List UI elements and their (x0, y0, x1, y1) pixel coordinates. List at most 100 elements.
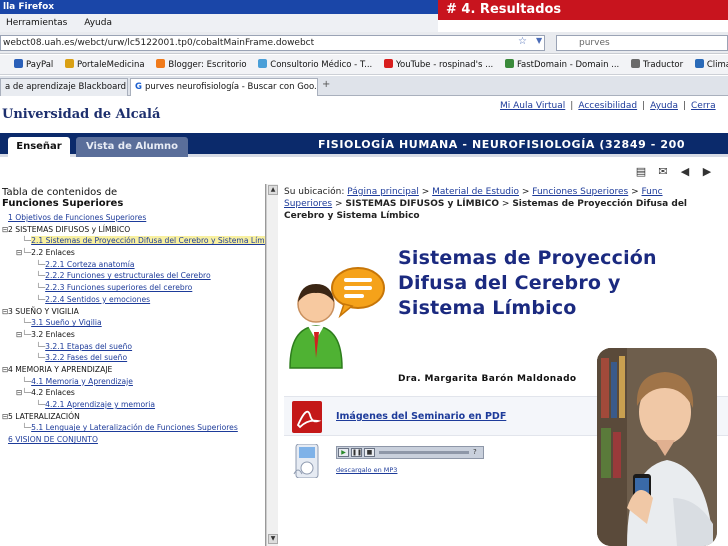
link-cerrar[interactable]: Cerra (691, 101, 716, 111)
toc-item[interactable]: └─2.2.1 Corteza anatomía (0, 259, 265, 271)
bookmark-traductor[interactable]: Traductor (630, 55, 683, 74)
toc-item[interactable]: └─3.2.1 Etapas del sueño (0, 341, 265, 353)
tab-blackboard[interactable]: a de aprendizaje Blackboard (0, 78, 128, 96)
tree-line: └─ (36, 341, 46, 351)
toc-item-label[interactable]: 6 VISION DE CONJUNTO (8, 435, 98, 444)
pdf-link[interactable]: Imágenes del Seminario en PDF (336, 411, 506, 422)
bookmark-youtube[interactable]: YouTube - rospinad's ... (383, 55, 493, 74)
pdf-icon[interactable] (292, 401, 322, 433)
tab-vista-alumno[interactable]: Vista de Alumno (76, 137, 188, 157)
toc-item-label[interactable]: 3.2.1 Etapas del sueño (45, 342, 132, 351)
tree-line: └─ (22, 329, 32, 339)
menu-ayuda[interactable]: Ayuda (84, 18, 112, 28)
toc-item-label: 2 SISTEMAS DIFUSOS y LÍMBICO (8, 224, 131, 234)
toc-item: ⊟2 SISTEMAS DIFUSOS y LÍMBICO (0, 224, 265, 236)
toc-item-label[interactable]: 3.1 Sueño y Vigilia (31, 318, 102, 327)
course-navbar: Enseñar Vista de Alumno FISIOLOGÍA HUMAN… (0, 133, 728, 157)
globe-icon (258, 59, 268, 68)
dropdown-arrow-icon[interactable]: ▼ (536, 36, 542, 45)
toc-scrollbar[interactable]: ▲ ▼ (266, 184, 278, 546)
audio-player: ▶ ❚❚ ■ ? (336, 446, 484, 459)
toc-item-label[interactable]: 4.2.1 Aprendizaje y memoria (45, 400, 155, 409)
bookmark-clima[interactable]: Clima (694, 55, 728, 74)
url-input[interactable]: webct08.uah.es/webct/urw/lc5122001.tp0/c… (0, 35, 545, 51)
breadcrumb-funciones-superiores[interactable]: Funciones Superiores (532, 187, 628, 197)
bookmark-portalemedicina[interactable]: PortaleMedicina (65, 55, 145, 74)
toc-item: ⊟└─3.2 Enlaces (0, 329, 265, 341)
breadcrumb-current-page: Sistemas de Proyección Difusa del (512, 199, 688, 209)
toc-item-label[interactable]: 2.1 Sistemas de Proyección Difusa del Ce… (31, 236, 265, 246)
stop-icon[interactable]: ■ (364, 448, 375, 457)
toc-item[interactable]: 6 VISION DE CONJUNTO (0, 434, 265, 446)
toc-item: ⊟5 LATERALIZACIÓN (0, 411, 265, 423)
toc-item-label[interactable]: 5.1 Lenguaje y Lateralización de Funcion… (31, 423, 238, 432)
tool-row: ▤ ✉ ◀ ▶ (0, 160, 728, 182)
toc-header: Tabla de contenidos de Funciones Superio… (2, 187, 124, 209)
ipod-icon (293, 444, 319, 478)
bookmarks-bar: PayPal PortaleMedicina Blogger: Escritor… (0, 55, 728, 75)
bookmark-fastdomain[interactable]: FastDomain - Domain ... (504, 55, 619, 74)
pause-icon[interactable]: ❚❚ (351, 448, 362, 457)
toc-item[interactable]: └─4.2.1 Aprendizaje y memoria (0, 399, 265, 411)
breadcrumb-material-estudio[interactable]: Material de Estudio (432, 187, 519, 197)
toc-item[interactable]: └─2.2.4 Sentidos y emociones (0, 294, 265, 306)
toc-list: 1 Objetivos de Funciones Superiores ⊟2 SI… (0, 212, 265, 446)
previous-page-icon[interactable]: ◀ (678, 165, 692, 179)
toc-item-label: 3.2 Enlaces (31, 329, 75, 339)
table-of-contents: Tabla de contenidos de Funciones Superio… (0, 184, 266, 546)
scroll-up-icon[interactable]: ▲ (268, 185, 278, 195)
play-icon[interactable]: ▶ (338, 448, 349, 457)
student-photo (597, 348, 717, 546)
toc-item-label[interactable]: 1 Objetivos de Funciones Superiores (8, 213, 146, 222)
bookmark-consultorio[interactable]: Consultorio Médico - T... (258, 55, 372, 74)
toc-item: ⊟4 MEMORIA Y APRENDIZAJE (0, 364, 265, 376)
bookmark-paypal[interactable]: PayPal (14, 55, 53, 74)
toc-item[interactable]: └─2.1 Sistemas de Proyección Difusa del … (0, 235, 265, 247)
tab-google-search[interactable]: Gpurves neurofisiología - Buscar con Goo… (130, 78, 318, 96)
toc-item[interactable]: 1 Objetivos de Funciones Superiores (0, 212, 265, 224)
toc-item[interactable]: └─5.1 Lenguaje y Lateralización de Funci… (0, 422, 265, 434)
folder-icon (65, 59, 75, 68)
menu-bar: Herramientas Ayuda (0, 14, 438, 32)
tree-line: └─ (36, 400, 46, 409)
link-mi-aula-virtual[interactable]: Mi Aula Virtual (500, 101, 565, 111)
toc-item: ⊟3 SUEÑO Y VIGILIA (0, 306, 265, 318)
audio-progress-track[interactable] (379, 451, 469, 454)
next-page-icon[interactable]: ▶ (700, 165, 714, 179)
toc-item[interactable]: └─3.1 Sueño y Vigilia (0, 317, 265, 329)
link-accesibilidad[interactable]: Accesibilidad (578, 101, 637, 111)
breadcrumb-current-section: SISTEMAS DIFUSOS y LÍMBICO (345, 199, 500, 209)
breadcrumb-superiores[interactable]: Superiores (284, 199, 332, 209)
bookmark-star-icon[interactable]: ☆ (518, 36, 527, 47)
toc-item[interactable]: └─2.2.2 Funciones y estructurales del Ce… (0, 270, 265, 282)
slide-banner: # 4. Resultados (438, 0, 728, 20)
toc-item-label[interactable]: 2.2.1 Corteza anatomía (45, 260, 134, 269)
search-input[interactable]: purves (556, 35, 728, 51)
header-links: Mi Aula Virtual | Accesibilidad | Ayuda | Cerr… (500, 101, 716, 111)
tab-ensenar[interactable]: Enseñar (8, 137, 70, 157)
breadcrumb-func[interactable]: Func (642, 187, 663, 197)
toc-item-label[interactable]: 2.2.4 Sentidos y emociones (45, 295, 150, 304)
tree-line: └─ (36, 259, 46, 269)
toc-item-label[interactable]: 2.2.2 Funciones y estructurales del Cere… (45, 271, 210, 280)
toc-item[interactable]: └─3.2.2 Fases del sueño (0, 352, 265, 364)
toc-item-label[interactable]: 4.1 Memoria y Aprendizaje (31, 377, 133, 386)
download-mp3-link[interactable]: descargalo en MP3 (336, 466, 397, 474)
breadcrumb: Su ubicación: Página principal > Materia… (284, 187, 688, 221)
university-logo[interactable]: Universidad de Alcalá (2, 107, 160, 122)
bookmark-blogger[interactable]: Blogger: Escritorio (156, 55, 247, 74)
new-tab-icon[interactable]: + (322, 79, 330, 90)
toc-item[interactable]: └─4.1 Memoria y Aprendizaje (0, 376, 265, 388)
menu-herramientas[interactable]: Herramientas (6, 18, 67, 28)
toc-item[interactable]: └─2.2.3 Funciones superiores del cerebro (0, 282, 265, 294)
link-ayuda[interactable]: Ayuda (650, 101, 678, 111)
breadcrumb-pagina-principal[interactable]: Página principal (347, 187, 419, 197)
scroll-down-icon[interactable]: ▼ (268, 534, 278, 544)
toc-item-label[interactable]: 2.2.3 Funciones superiores del cerebro (45, 283, 192, 292)
toc-item-label[interactable]: 3.2.2 Fases del sueño (45, 353, 127, 362)
help-icon[interactable]: ? (473, 448, 477, 456)
print-icon[interactable]: ▤ (634, 165, 648, 179)
tree-line: └─ (22, 318, 32, 328)
youtube-icon (383, 59, 393, 68)
email-icon[interactable]: ✉ (656, 165, 670, 179)
